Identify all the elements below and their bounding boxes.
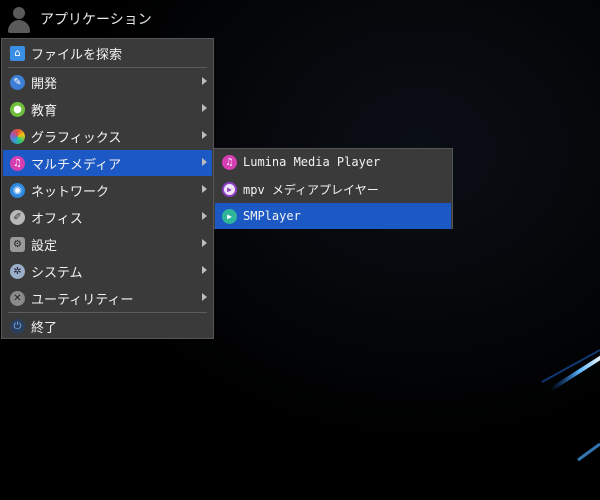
menu-item-network[interactable]: ◉ ネットワーク <box>3 177 212 203</box>
settings-icon: ⚙ <box>10 236 25 252</box>
smplayer-icon: ▶ <box>222 208 237 224</box>
submenu-arrow-icon <box>202 77 207 85</box>
menu-item-utilities[interactable]: ✕ ユーティリティー <box>3 285 212 311</box>
menu-item-label: オフィス <box>31 211 83 227</box>
menu-item-office[interactable]: ✐ オフィス <box>3 204 212 230</box>
wrench-icon: ✎ <box>10 74 25 90</box>
submenu-item-label: Lumina Media Player <box>243 155 381 169</box>
system-icon: ✲ <box>10 263 25 279</box>
menu-item-settings[interactable]: ⚙ 設定 <box>3 231 212 257</box>
menu-item-label: ファイルを探索 <box>31 47 123 63</box>
submenu-arrow-icon <box>202 131 207 139</box>
applications-menu-button[interactable]: アプリケーション <box>4 4 152 34</box>
menu-item-label: 終了 <box>31 320 58 336</box>
menu-item-label: 教育 <box>31 103 58 119</box>
graphics-icon <box>10 128 25 144</box>
submenu-item-label: mpv メディアプレイヤー <box>243 182 379 197</box>
menu-item-label: ネットワーク <box>31 184 110 200</box>
menu-item-multimedia[interactable]: ♫ マルチメディア <box>3 150 212 176</box>
submenu-item-lumina-media-player[interactable]: ♫ Lumina Media Player <box>215 149 451 175</box>
education-icon: ● <box>10 101 25 117</box>
utilities-icon: ✕ <box>10 290 25 306</box>
menu-item-development[interactable]: ✎ 開発 <box>3 69 212 95</box>
menu-item-system[interactable]: ✲ システム <box>3 258 212 284</box>
submenu-arrow-icon <box>202 158 207 166</box>
submenu-arrow-icon <box>202 104 207 112</box>
applications-label: アプリケーション <box>40 12 152 28</box>
user-icon <box>6 5 32 33</box>
menu-item-quit[interactable]: ⏻ 終了 <box>3 313 212 339</box>
folder-icon: ⌂ <box>10 45 25 61</box>
separator <box>8 67 207 68</box>
submenu-item-label: SMPlayer <box>243 209 301 223</box>
submenu-arrow-icon <box>202 185 207 193</box>
office-icon: ✐ <box>10 209 25 225</box>
menu-item-search-files[interactable]: ⌂ ファイルを探索 <box>3 40 212 66</box>
submenu-arrow-icon <box>202 266 207 274</box>
menu-item-graphics[interactable]: グラフィックス <box>3 123 212 149</box>
submenu-arrow-icon <box>202 293 207 301</box>
menu-item-label: システム <box>31 265 83 281</box>
mpv-icon: ▶ <box>222 181 237 197</box>
music-icon: ♫ <box>10 155 25 171</box>
menu-item-label: 設定 <box>31 238 58 254</box>
wallpaper-light-streaks <box>541 349 600 462</box>
power-icon: ⏻ <box>10 318 25 334</box>
menu-item-label: マルチメディア <box>31 157 122 173</box>
network-icon: ◉ <box>10 182 25 198</box>
submenu-arrow-icon <box>202 212 207 220</box>
music-icon: ♫ <box>222 154 237 170</box>
menu-item-label: 開発 <box>31 76 58 92</box>
submenu-item-mpv[interactable]: ▶ mpv メディアプレイヤー <box>215 176 451 202</box>
menu-item-label: グラフィックス <box>31 130 122 146</box>
multimedia-submenu: ♫ Lumina Media Player ▶ mpv メディアプレイヤー ▶ … <box>213 148 453 229</box>
submenu-item-smplayer[interactable]: ▶ SMPlayer <box>215 203 451 229</box>
menu-item-label: ユーティリティー <box>31 292 134 308</box>
applications-menu: ⌂ ファイルを探索 ✎ 開発 ● 教育 グラフィックス ♫ マルチメディア ◉ … <box>1 38 214 339</box>
submenu-arrow-icon <box>202 239 207 247</box>
menu-item-education[interactable]: ● 教育 <box>3 96 212 122</box>
